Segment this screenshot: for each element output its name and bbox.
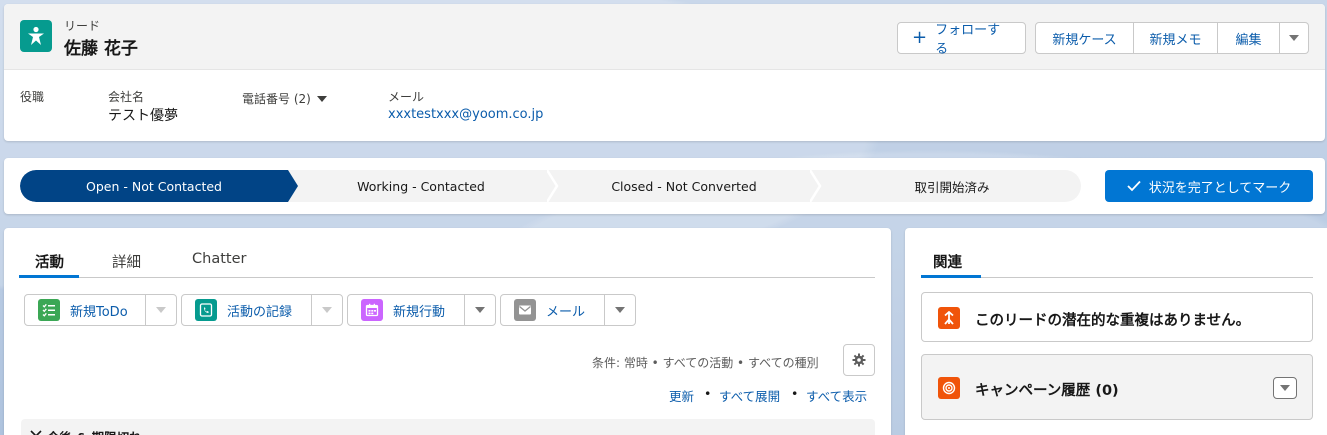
header-actions: 新規ケース 新規メモ 編集 <box>1035 22 1309 54</box>
log-call-action: 活動の記録 <box>181 294 343 326</box>
related-panel: 関連 このリードの潜在的な重複はありません。 キャンペーン履歴 (0) <box>905 228 1327 435</box>
stage-open-not-contacted[interactable]: Open - Not Contacted <box>20 170 288 202</box>
chevron-down-icon <box>156 307 166 313</box>
phone-label: 電話番号 (2) <box>242 92 311 106</box>
object-label: リード <box>64 19 101 33</box>
upcoming-overdue-section[interactable]: 今後 & 期限切れ <box>21 419 875 435</box>
tab-chatter[interactable]: Chatter <box>192 251 246 267</box>
new-task-dropdown[interactable] <box>145 295 176 325</box>
show-all-link[interactable]: すべて表示 <box>806 386 867 405</box>
company-label: 会社名 <box>108 90 145 104</box>
title-label: 役職 <box>20 90 45 104</box>
stage-converted[interactable]: 取引開始済み <box>823 170 1081 202</box>
tab-details[interactable]: 詳細 <box>112 251 141 272</box>
stage-divider <box>547 170 559 202</box>
follow-label: フォローする <box>935 23 1001 57</box>
more-actions-button[interactable] <box>1280 22 1309 54</box>
link-separator: • <box>704 386 712 401</box>
check-icon <box>1127 180 1141 192</box>
chevron-down-icon <box>1280 385 1290 391</box>
log-call-button[interactable]: 活動の記録 <box>182 295 311 325</box>
phone-dropdown[interactable]: 電話番号 (2) <box>242 90 327 107</box>
filter-settings-button[interactable] <box>843 344 875 376</box>
header-top: リード 佐藤 花子 + フォローする 新規ケース 新規メモ 編集 <box>4 4 1325 70</box>
duplicates-card: このリードの潜在的な重複はありません。 <box>921 292 1313 342</box>
new-event-label: 新規行動 <box>393 304 446 320</box>
campaign-history-card: キャンペーン履歴 (0) <box>921 354 1313 420</box>
tab-related[interactable]: 関連 <box>933 251 962 272</box>
active-tab-indicator <box>921 275 981 278</box>
log-call-dropdown[interactable] <box>311 295 342 325</box>
plus-icon: + <box>912 27 928 48</box>
upcoming-overdue-label: 今後 & 期限切れ <box>47 427 142 435</box>
mark-status-label: 状況を完了としてマーク <box>1148 180 1292 196</box>
new-event-button[interactable]: 新規行動 <box>348 295 464 325</box>
chevron-down-icon <box>316 95 327 102</box>
active-tab-indicator <box>19 275 79 278</box>
related-tabs: 関連 <box>921 244 1313 278</box>
log-call-label: 活動の記録 <box>227 304 293 320</box>
chevron-down-icon <box>475 307 485 313</box>
duplicates-message: このリードの潜在的な重複はありません。 <box>975 313 1251 329</box>
link-separator: • <box>791 386 799 401</box>
new-task-label: 新規ToDo <box>70 304 128 320</box>
email-link[interactable]: xxxtestxxx@yoom.co.jp <box>388 107 543 122</box>
campaign-icon <box>938 377 960 399</box>
lead-status-path: Open - Not Contacted Working - Contacted… <box>20 170 1081 202</box>
chevron-down-icon <box>1289 35 1299 41</box>
record-header: リード 佐藤 花子 + フォローする 新規ケース 新規メモ 編集 役職 会社名 … <box>4 4 1325 141</box>
activity-panel: 活動 詳細 Chatter 新規ToDo 活動の記録 新規行動 メール 条件: … <box>4 228 891 435</box>
edit-button[interactable]: 編集 <box>1218 22 1280 54</box>
new-task-button[interactable]: 新規ToDo <box>25 295 145 325</box>
email-label: メール <box>388 90 425 104</box>
stage-divider <box>810 170 822 202</box>
stage-working-contacted[interactable]: Working - Contacted <box>298 170 544 202</box>
gear-icon <box>852 353 866 367</box>
follow-button[interactable]: + フォローする <box>897 22 1026 57</box>
calendar-icon <box>361 299 383 321</box>
campaign-history-menu-button[interactable] <box>1273 377 1297 399</box>
company-value: テスト優夢 <box>108 108 178 124</box>
task-icon <box>38 299 60 321</box>
campaign-history-title[interactable]: キャンペーン履歴 (0) <box>975 379 1119 400</box>
mark-status-complete-button[interactable]: 状況を完了としてマーク <box>1105 170 1313 202</box>
refresh-link[interactable]: 更新 <box>669 386 694 405</box>
email-dropdown[interactable] <box>604 295 635 325</box>
new-event-dropdown[interactable] <box>464 295 495 325</box>
activity-tabs: 活動 詳細 Chatter <box>19 244 875 278</box>
call-log-icon <box>195 299 217 321</box>
chevron-down-icon <box>30 430 42 435</box>
email-icon <box>514 299 536 321</box>
expand-all-link[interactable]: すべて展開 <box>719 386 780 405</box>
chevron-down-icon <box>322 307 332 313</box>
duplicate-icon <box>938 307 960 329</box>
email-button[interactable]: メール <box>501 295 604 325</box>
record-name: 佐藤 花子 <box>64 39 138 59</box>
activity-filter-text: 条件: 常時 • すべての活動 • すべての種別 <box>592 356 819 370</box>
new-case-button[interactable]: 新規ケース <box>1035 22 1134 54</box>
path-card: Open - Not Contacted Working - Contacted… <box>4 158 1325 214</box>
chevron-down-icon <box>615 307 625 313</box>
stage-arrow <box>288 170 298 202</box>
new-note-button[interactable]: 新規メモ <box>1134 22 1218 54</box>
tab-activity[interactable]: 活動 <box>35 251 64 272</box>
new-event-action: 新規行動 <box>347 294 496 326</box>
email-action: メール <box>500 294 636 326</box>
stage-closed-not-converted[interactable]: Closed - Not Converted <box>560 170 808 202</box>
lead-icon <box>20 20 52 52</box>
new-task-action: 新規ToDo <box>24 294 177 326</box>
email-label: メール <box>546 304 586 320</box>
